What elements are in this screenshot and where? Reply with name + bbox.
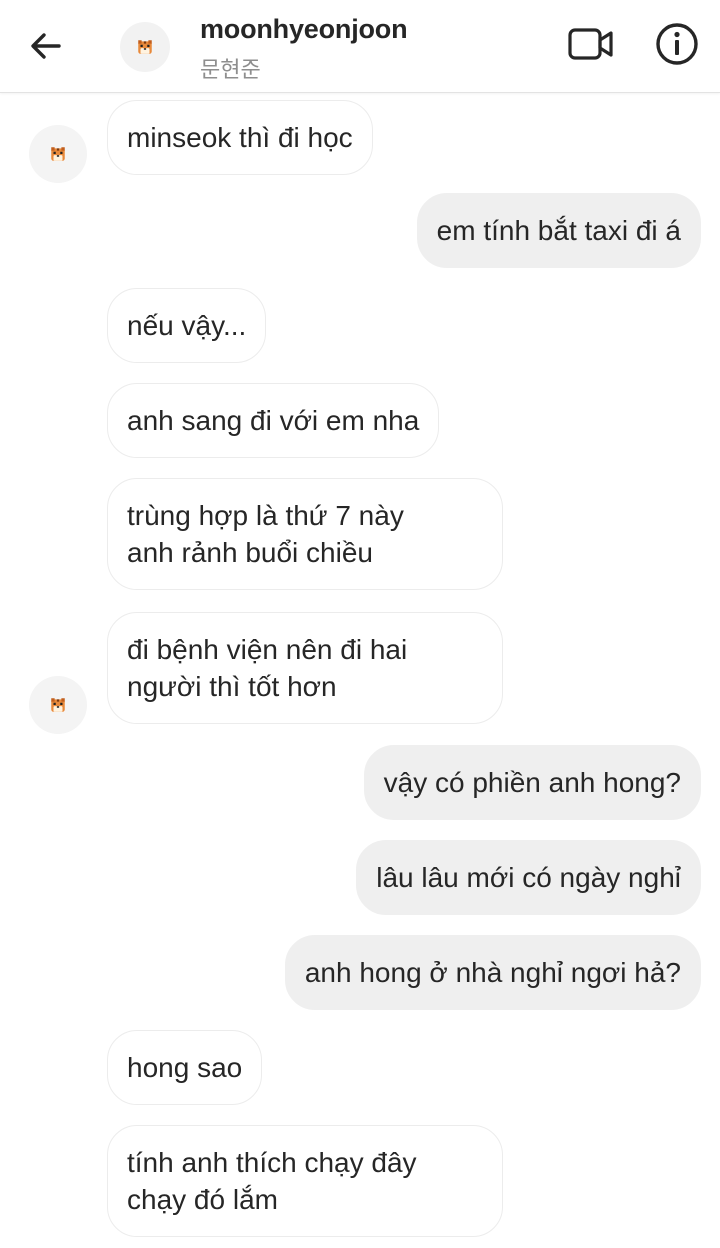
info-button[interactable] [654, 21, 700, 67]
incoming-message[interactable]: tính anh thích chạy đây chạy đó lắm [107, 1125, 503, 1237]
chat-header: moonhyeonjoon 문현준 [0, 0, 720, 93]
info-icon [656, 23, 698, 65]
incoming-message[interactable]: đi bệnh viện nên đi hai người thì tốt hơ… [107, 612, 503, 724]
tiger-avatar-icon [136, 38, 154, 56]
message-thread[interactable]: minseok thì đi học em tính bắt taxi đi á… [0, 92, 720, 1248]
back-button[interactable] [26, 26, 66, 66]
incoming-message[interactable]: hong sao [107, 1030, 263, 1105]
incoming-message[interactable]: nếu vậy... [107, 288, 267, 363]
message-line: người thì tốt hơn [127, 671, 337, 702]
message-line: chạy đó lắm [127, 1184, 278, 1215]
message-line: đi bệnh viện nên đi hai [127, 634, 408, 665]
tiger-avatar-icon [49, 696, 67, 714]
profile-username[interactable]: moonhyeonjoon [200, 14, 408, 45]
profile-display-name: 문현준 [200, 57, 261, 82]
incoming-message[interactable]: trùng hợp là thứ 7 này anh rảnh buổi chi… [107, 478, 503, 590]
message-line: tính anh thích chạy đây [127, 1147, 417, 1178]
sender-avatar[interactable] [29, 676, 87, 734]
video-call-icon [568, 28, 613, 60]
outgoing-message[interactable]: vậy có phiền anh hong? [363, 745, 701, 820]
tiger-avatar-icon [49, 145, 67, 163]
message-line: trùng hợp là thứ 7 này [127, 500, 404, 531]
outgoing-message[interactable]: lâu lâu mới có ngày nghỉ [356, 840, 701, 915]
message-line: anh rảnh buổi chiều [127, 537, 373, 568]
back-arrow-icon [31, 33, 61, 59]
outgoing-message[interactable]: em tính bắt taxi đi á [416, 193, 701, 268]
sender-avatar[interactable] [29, 125, 87, 183]
incoming-message[interactable]: anh sang đi với em nha [107, 383, 440, 458]
video-call-button[interactable] [566, 24, 616, 64]
incoming-message[interactable]: minseok thì đi học [107, 100, 373, 175]
profile-avatar[interactable] [120, 22, 170, 72]
outgoing-message[interactable]: anh hong ở nhà nghỉ ngơi hả? [284, 935, 701, 1010]
